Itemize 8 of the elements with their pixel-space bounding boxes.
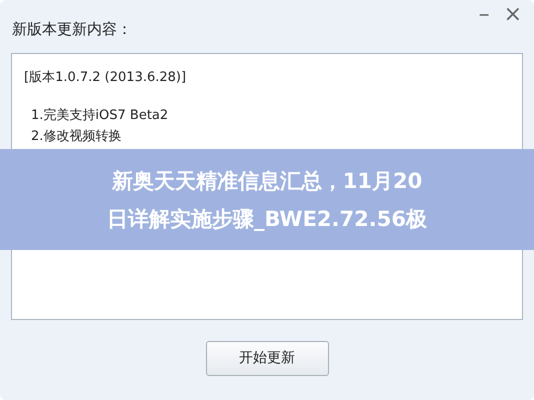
minimize-button[interactable]: – [478,2,490,28]
banner-headline: 新奥天天精准信息汇总，11月20 日详解实施步骤_BWE2.72.56极 [107,168,427,233]
start-update-button[interactable]: 开始更新 [206,341,328,376]
change-item: 1.完美支持iOS7 Beta2 [31,106,168,124]
version-heading: [版本1.0.7.2 (2013.6.28)] [24,69,186,87]
window-title: 新版本更新内容： [11,19,133,40]
close-button[interactable]: × [504,2,522,28]
change-item: 2.修改视频转换 [31,128,122,146]
